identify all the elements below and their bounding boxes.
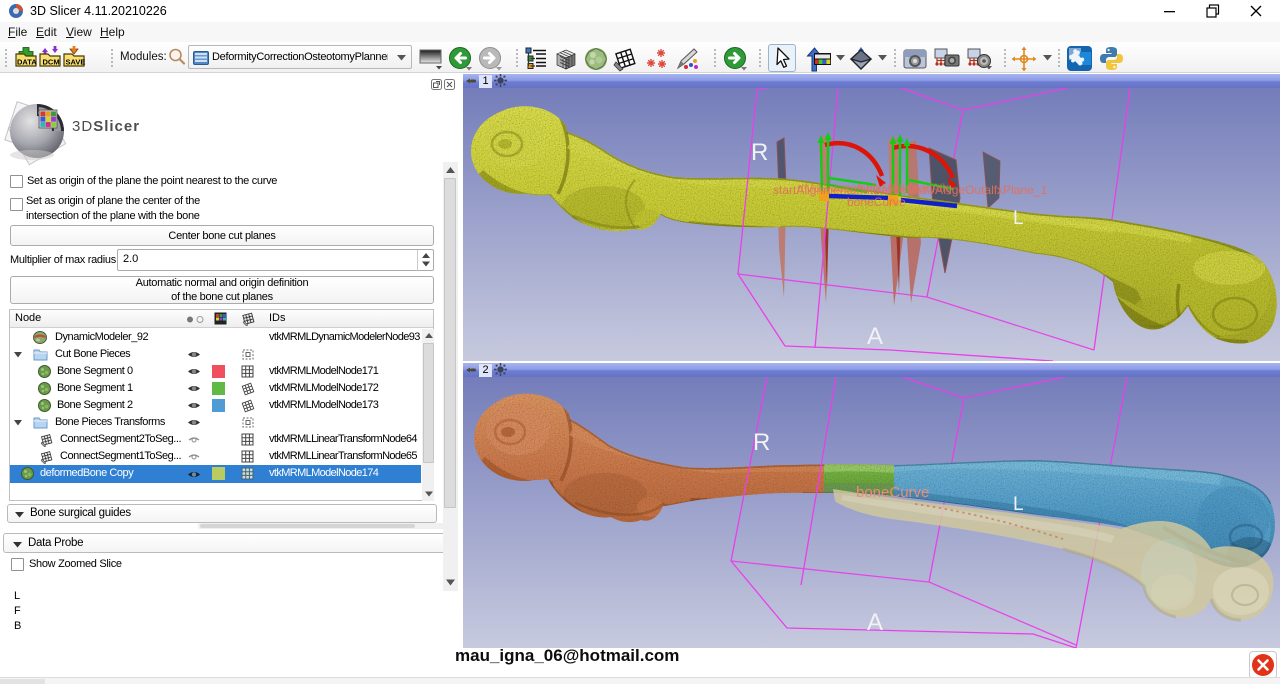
svg-text:L: L: [1013, 494, 1024, 515]
svg-text:rtMdentdsaNnlaMfdhfeddAllg: rtMdentdsaNnlaMfdhfeddAllg: [797, 181, 952, 195]
svg-text:boneCurve: boneCurve: [847, 195, 906, 209]
svg-text:R: R: [751, 139, 768, 166]
svg-text:A: A: [867, 609, 883, 636]
svg-text:DCM: DCM: [43, 58, 60, 67]
svg-text:L: L: [1013, 208, 1024, 229]
svg-text:A: A: [867, 323, 883, 350]
svg-text:R: R: [753, 429, 770, 456]
svg-text:DATA: DATA: [17, 58, 37, 67]
svg-text:boneCurve: boneCurve: [856, 484, 929, 501]
svg-text:SAVE: SAVE: [66, 58, 86, 67]
